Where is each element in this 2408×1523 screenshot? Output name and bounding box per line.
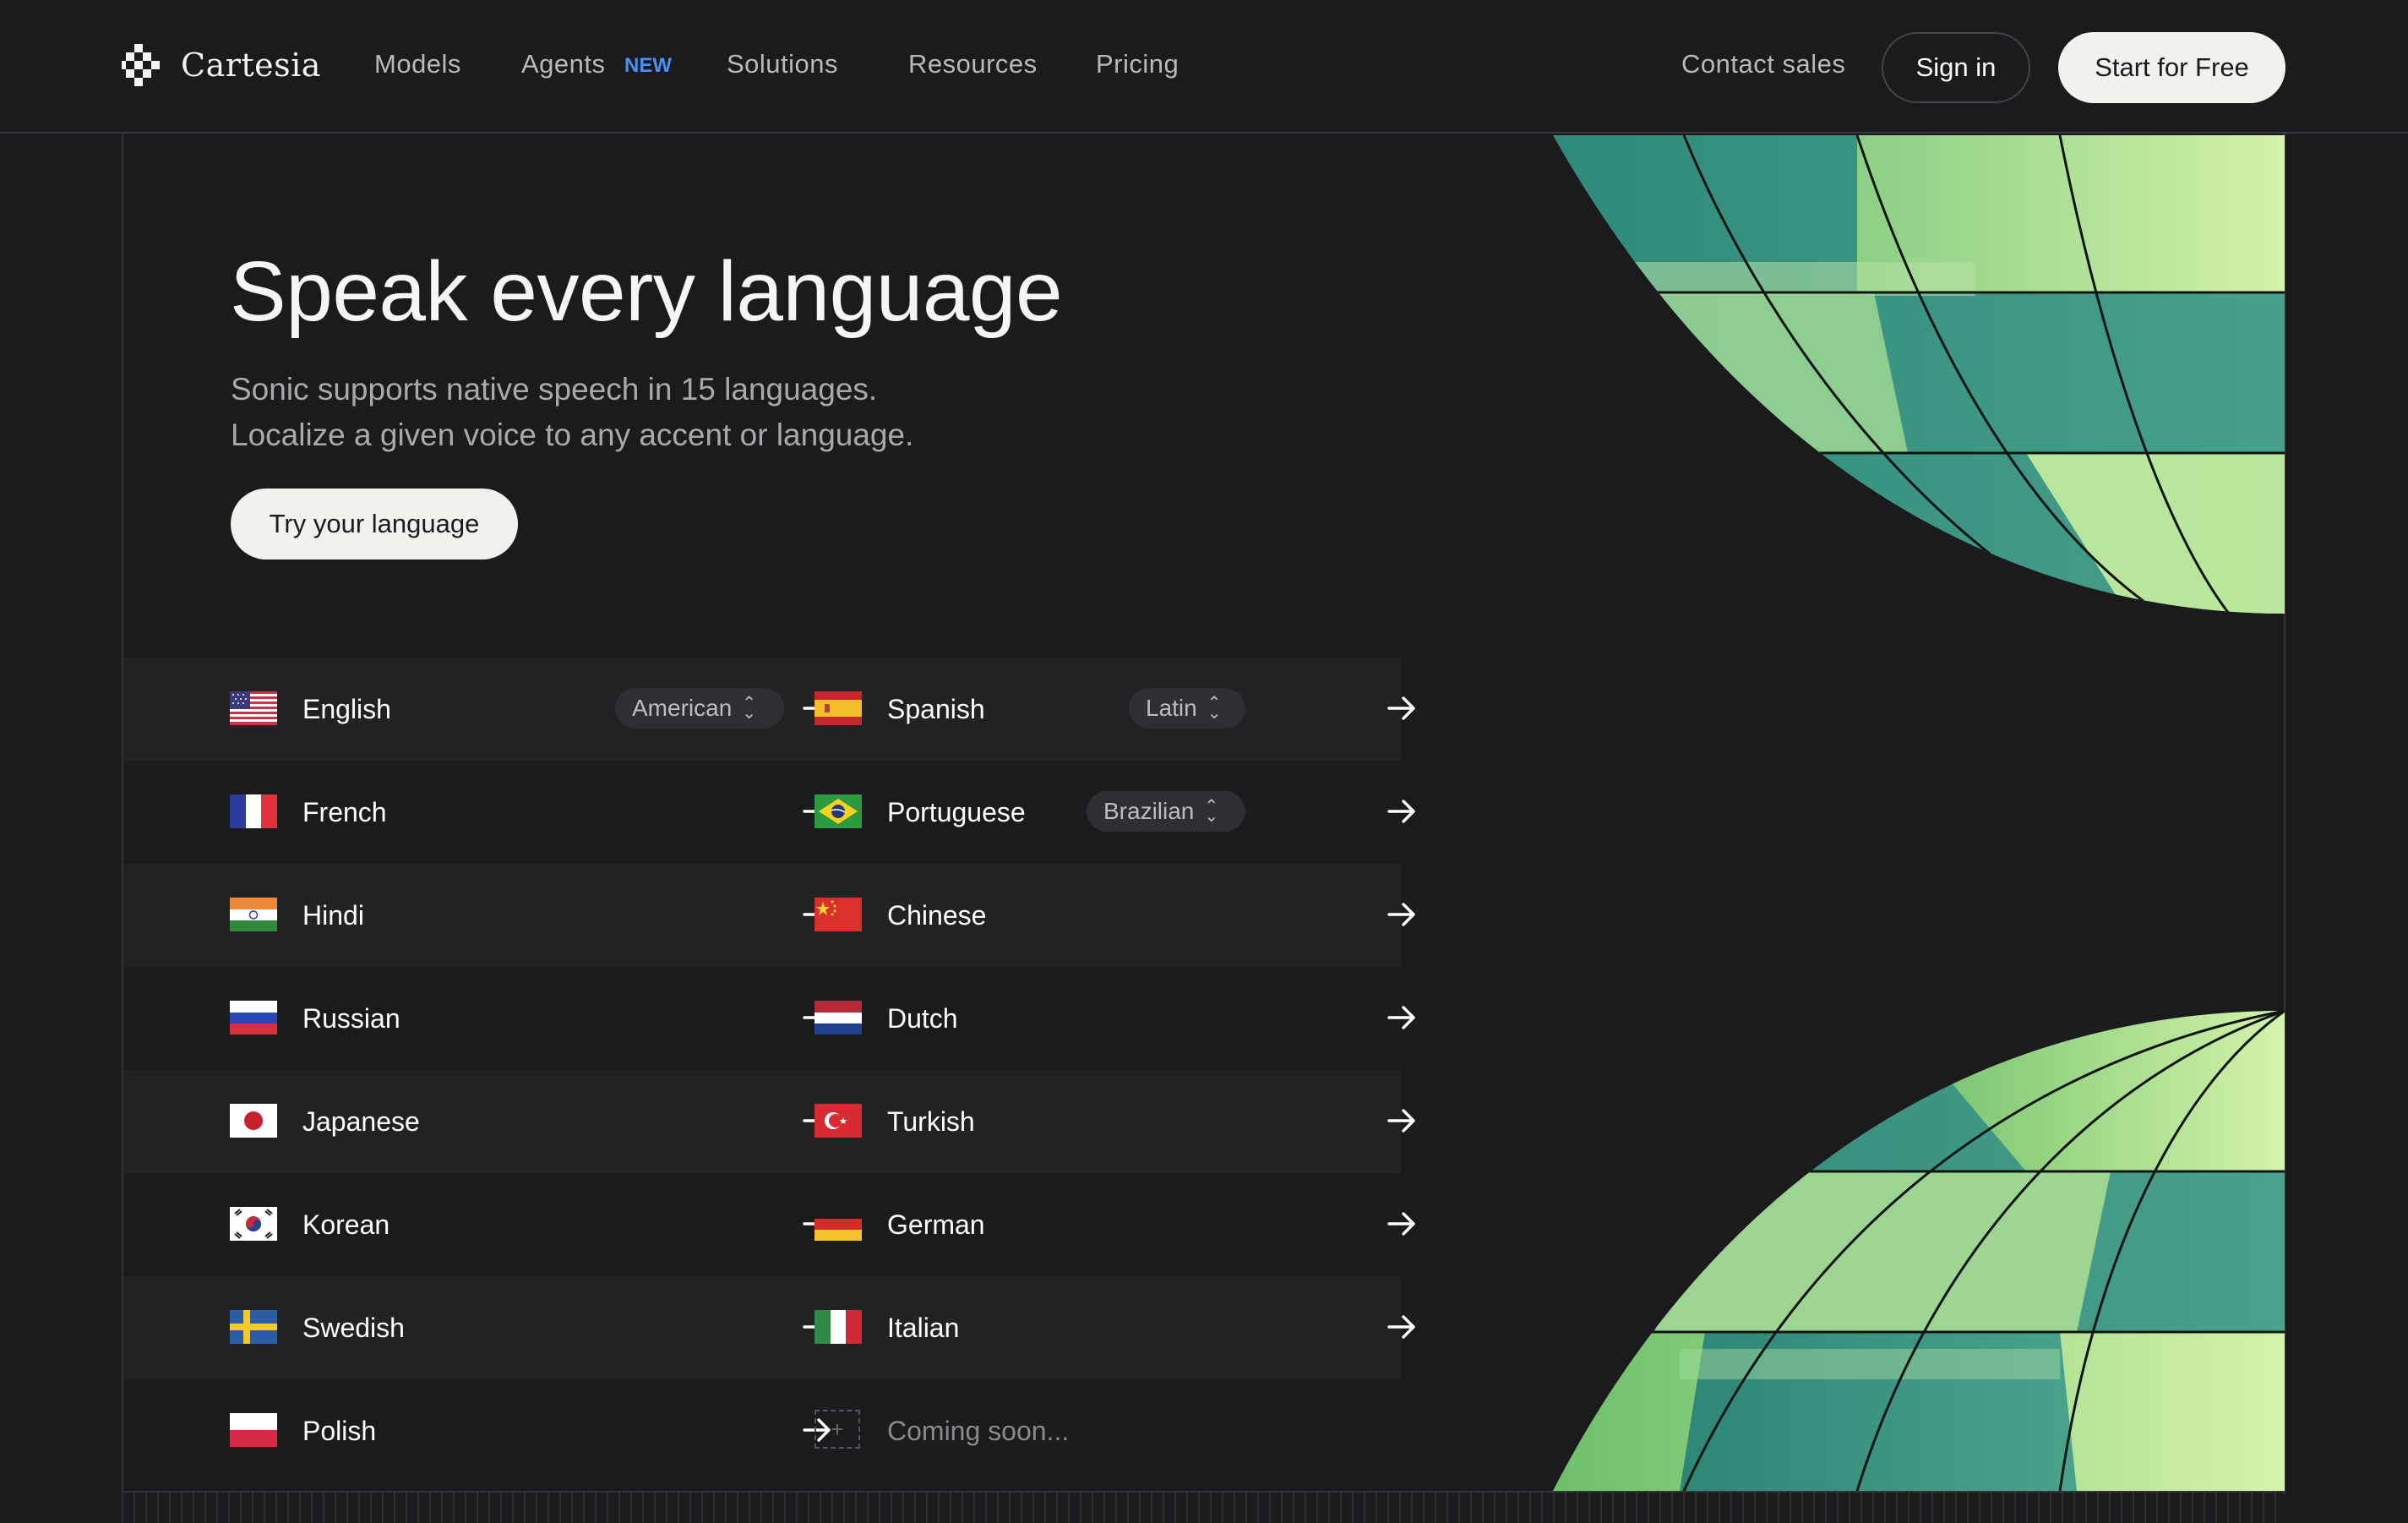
cartesia-logo-icon <box>122 44 160 86</box>
nav-resources[interactable]: Resources <box>908 49 1038 79</box>
ruler-ticks <box>122 1491 2285 1523</box>
arrow-right-icon[interactable] <box>1386 898 1418 931</box>
globe-top-graphic <box>1553 135 2285 614</box>
language-row: Hindi Chinese <box>123 864 1415 967</box>
arrow-right-icon[interactable] <box>1386 692 1418 724</box>
language-spanish[interactable]: Spanish Latin ⌃ ⌄ <box>814 658 1415 761</box>
language-turkish[interactable]: Turkish <box>814 1070 1415 1173</box>
language-english[interactable]: English American ⌃ ⌄ <box>230 658 831 761</box>
sign-in-button[interactable]: Sign in <box>1882 32 2030 103</box>
kr-flag-icon <box>230 1207 277 1241</box>
english-variant-select[interactable]: American ⌃ ⌄ <box>615 688 784 729</box>
language-row: Japanese Turkish <box>123 1070 1415 1173</box>
it-flag-icon <box>814 1310 862 1344</box>
language-portuguese[interactable]: Portuguese Brazilian ⌃ ⌄ <box>814 761 1415 864</box>
language-chinese[interactable]: Chinese <box>814 864 1415 967</box>
language-row: Russian Dutch <box>123 967 1415 1070</box>
hero-subtitle: Sonic supports native speech in 15 langu… <box>231 367 913 458</box>
language-dutch[interactable]: Dutch <box>814 967 1415 1070</box>
nav-solutions[interactable]: Solutions <box>727 49 838 79</box>
jp-flag-icon <box>230 1104 277 1138</box>
contact-sales-link[interactable]: Contact sales <box>1681 49 1845 79</box>
brand-logo[interactable]: Cartesia <box>122 44 321 86</box>
us-flag-icon <box>230 691 277 725</box>
language-label: Dutch <box>887 1003 958 1034</box>
arrow-right-icon[interactable] <box>1386 1208 1418 1240</box>
language-label: Polish <box>302 1416 377 1446</box>
start-free-button[interactable]: Start for Free <box>2058 32 2285 103</box>
portuguese-variant-select[interactable]: Brazilian ⌃ ⌄ <box>1087 791 1245 832</box>
nav-pricing[interactable]: Pricing <box>1096 49 1179 79</box>
ru-flag-icon <box>230 1001 277 1034</box>
arrow-right-icon[interactable] <box>1386 795 1418 827</box>
language-italian[interactable]: Italian <box>814 1276 1415 1379</box>
tr-flag-icon <box>814 1104 862 1138</box>
hero-subtitle-line-1: Sonic supports native speech in 15 langu… <box>231 372 878 407</box>
language-japanese[interactable]: Japanese <box>230 1070 831 1173</box>
de-flag-icon <box>814 1207 862 1241</box>
try-language-button[interactable]: Try your language <box>231 489 518 560</box>
globe-bottom-graphic <box>1553 1011 2285 1491</box>
coming-soon-item: + Coming soon... <box>814 1379 1406 1482</box>
language-german[interactable]: German <box>814 1173 1415 1276</box>
language-row: Swedish Italian <box>123 1276 1415 1379</box>
language-grid: English American ⌃ ⌄ Spanish Latin ⌃ ⌄ F… <box>123 658 1415 1482</box>
hero-title: Speak every language <box>230 244 1063 339</box>
language-label: Japanese <box>302 1106 420 1137</box>
language-hindi[interactable]: Hindi <box>230 864 831 967</box>
nl-flag-icon <box>814 1001 862 1034</box>
es-flag-icon <box>814 691 862 725</box>
pl-flag-icon <box>230 1413 277 1447</box>
variant-value: Latin <box>1146 695 1197 721</box>
new-badge: NEW <box>624 54 672 77</box>
spanish-variant-select[interactable]: Latin ⌃ ⌄ <box>1129 688 1245 729</box>
arrow-right-icon[interactable] <box>1386 1002 1418 1034</box>
language-polish[interactable]: Polish <box>230 1379 831 1482</box>
nav-agents[interactable]: Agents <box>521 49 606 79</box>
language-label: English <box>302 694 391 724</box>
hero-subtitle-line-2: Localize a given voice to any accent or … <box>231 418 914 452</box>
updown-chevron-icon: ⌃ ⌄ <box>742 694 757 723</box>
language-row: Polish + Coming soon... <box>123 1379 1401 1482</box>
language-label: Korean <box>302 1209 390 1240</box>
fr-flag-icon <box>230 794 277 828</box>
language-label: Swedish <box>302 1313 405 1343</box>
language-label: Hindi <box>302 900 364 931</box>
language-label: Spanish <box>887 694 985 724</box>
language-swedish[interactable]: Swedish <box>230 1276 831 1379</box>
in-flag-icon <box>230 898 277 931</box>
language-label: Chinese <box>887 900 987 931</box>
variant-value: American <box>632 695 733 721</box>
coming-soon-label: Coming soon... <box>887 1416 1070 1446</box>
language-korean[interactable]: Korean <box>230 1173 831 1276</box>
top-nav: Cartesia Models Agents NEW Solutions Res… <box>0 0 2408 134</box>
arrow-right-icon[interactable] <box>1386 1311 1418 1343</box>
language-row: French Portuguese Brazilian ⌃ ⌄ <box>123 761 1415 864</box>
brand-name: Cartesia <box>181 46 321 84</box>
cn-flag-icon <box>814 898 862 931</box>
updown-chevron-icon: ⌃ ⌄ <box>1204 797 1219 826</box>
nav-models[interactable]: Models <box>374 49 461 79</box>
variant-value: Brazilian <box>1103 798 1195 824</box>
language-russian[interactable]: Russian <box>230 967 831 1070</box>
language-label: French <box>302 797 387 827</box>
language-label: Portuguese <box>887 797 1026 827</box>
plus-icon: + <box>814 1410 860 1449</box>
updown-chevron-icon: ⌃ ⌄ <box>1207 694 1222 723</box>
language-label: Turkish <box>887 1106 975 1137</box>
language-row: English American ⌃ ⌄ Spanish Latin ⌃ ⌄ <box>123 658 1415 761</box>
language-label: Italian <box>887 1313 960 1343</box>
language-french[interactable]: French <box>230 761 831 864</box>
arrow-right-icon[interactable] <box>1386 1105 1418 1137</box>
language-row: Korean German <box>123 1173 1415 1276</box>
br-flag-icon <box>814 794 862 828</box>
language-label: German <box>887 1209 985 1240</box>
language-label: Russian <box>302 1003 400 1034</box>
se-flag-icon <box>230 1310 277 1344</box>
